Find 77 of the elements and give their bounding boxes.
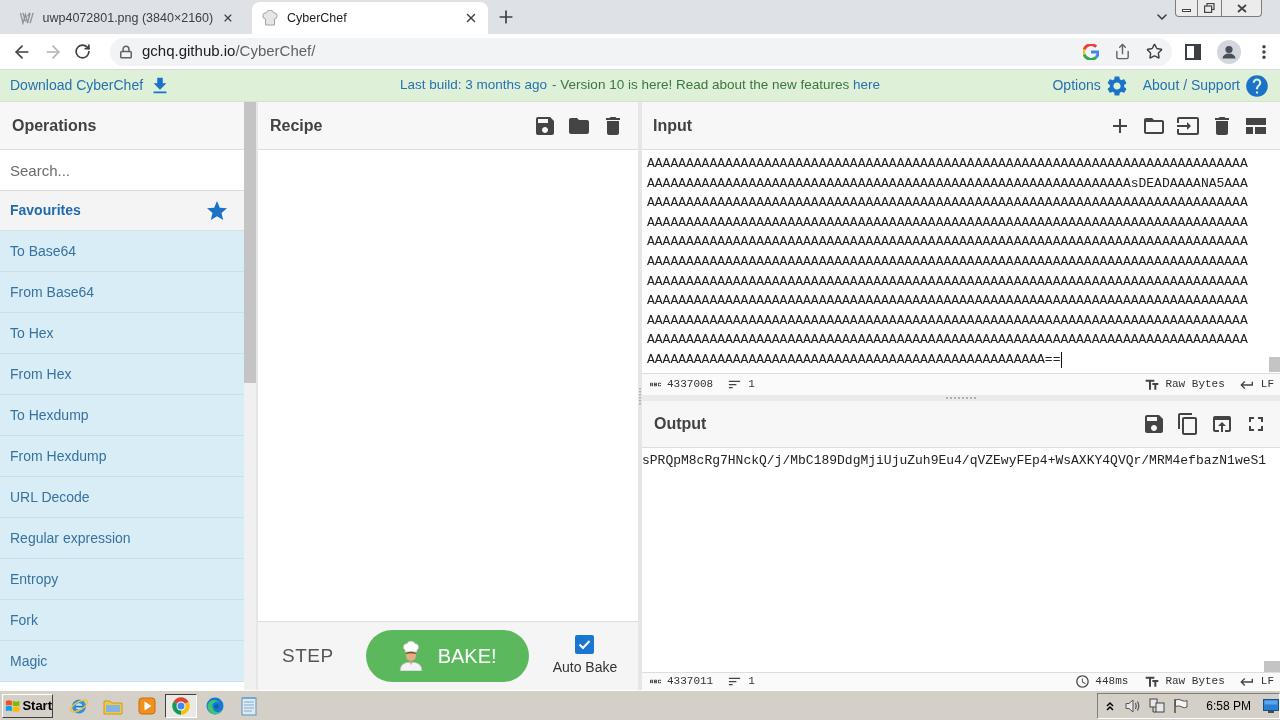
panel-title: Recipe [270,115,323,136]
close-window-button[interactable] [1222,0,1262,17]
network-icon[interactable] [1149,697,1166,714]
operation-item[interactable]: Entropy [0,559,244,600]
minimize-button[interactable] [1175,0,1198,17]
bake-time: 448ms [1095,674,1129,690]
encoding-label[interactable]: Raw Bytes [1165,376,1225,393]
save-icon[interactable] [1142,412,1166,436]
side-panel-icon[interactable] [1185,43,1201,60]
copy-icon[interactable] [1176,412,1200,436]
scrollbar-thumb [1264,661,1280,672]
minimize-icon [1182,9,1191,12]
profile-icon[interactable] [1217,39,1241,64]
operation-item[interactable]: URL Decode [0,477,244,518]
show-desktop-icon[interactable] [1263,698,1279,713]
operation-item[interactable]: From Hex [0,354,244,395]
drag-handle-icon [639,387,641,405]
chrome-icon [171,695,191,716]
about-link[interactable]: About / Support [1142,72,1270,99]
help-icon [1244,72,1270,99]
close-icon [1236,3,1247,13]
operation-item[interactable]: Fork [0,600,244,641]
eol-label[interactable]: LF [1260,376,1274,393]
character-count: 4337011 [667,674,714,690]
operation-item[interactable]: Regular expression [0,518,244,559]
download-link[interactable]: Download CyberChef [10,74,172,97]
chevron-up-icon[interactable] [1106,700,1115,711]
taskbar-button[interactable] [165,693,197,718]
operation-item[interactable]: To Base64 [0,231,244,272]
restore-button[interactable] [1198,0,1222,17]
release-notes-link[interactable]: here [853,77,881,93]
restore-icon [1204,3,1215,13]
auto-bake-checkbox[interactable] [575,634,595,654]
start-button[interactable]: Start [2,693,53,718]
panel-title: Output [654,414,707,434]
favourites-category[interactable]: Favourites [0,191,244,231]
address-bar[interactable]: gchq.github.io/CyberChef/ [110,37,1172,66]
reload-icon[interactable] [73,43,91,60]
clock-time: 6:58 PM [1206,697,1251,715]
operation-item[interactable]: To Hex [0,313,244,354]
operation-item[interactable]: Magic [0,641,244,682]
clock-icon [1075,674,1091,689]
operation-item[interactable]: From Base64 [0,272,244,313]
flag-icon[interactable] [1173,697,1189,714]
drag-handle-icon [946,397,976,399]
chef-icon [397,641,424,671]
auto-bake-label: Auto Bake [552,657,618,677]
text-cursor [1061,351,1063,368]
panel-header: Operations [0,102,244,150]
build-info: Last build: 3 months ago [400,76,548,95]
scrollbar-thumb [1269,357,1280,372]
panel-title: Input [653,115,693,136]
version-notice: - Version 10 is here! Read about the new features here [552,76,881,95]
operation-item[interactable]: From Hexdump [0,436,244,477]
browser-tab[interactable]: CyberChef [252,2,488,34]
character-count: 4337008 [667,377,714,393]
zigzag-icon [20,11,34,25]
line-count: 1 [748,377,755,393]
play-icon [138,696,156,715]
options-link[interactable]: Options [1052,73,1129,98]
eol-label[interactable]: LF [1260,673,1274,690]
line-count: 1 [748,674,755,690]
url-text: gchq.github.io/CyberChef/ [142,41,316,62]
step-button[interactable]: STEP [282,641,334,671]
bake-button[interactable]: BAKE! [365,630,529,682]
share-icon[interactable] [1114,43,1131,60]
edge-icon [205,695,225,716]
close-icon[interactable] [464,11,478,25]
notepad-icon [240,695,258,716]
google-icon[interactable] [1083,43,1099,60]
browser-tab[interactable]: uwp4072801.png (3840×2160) [8,2,244,34]
windows-flag-icon [5,697,21,714]
bookmark-star-icon[interactable] [1146,43,1163,60]
encoding-label[interactable]: Raw Bytes [1165,673,1225,690]
operation-item[interactable]: To Hexdump [0,395,244,436]
chef-hat-icon [262,10,278,26]
lock-icon [119,44,133,59]
